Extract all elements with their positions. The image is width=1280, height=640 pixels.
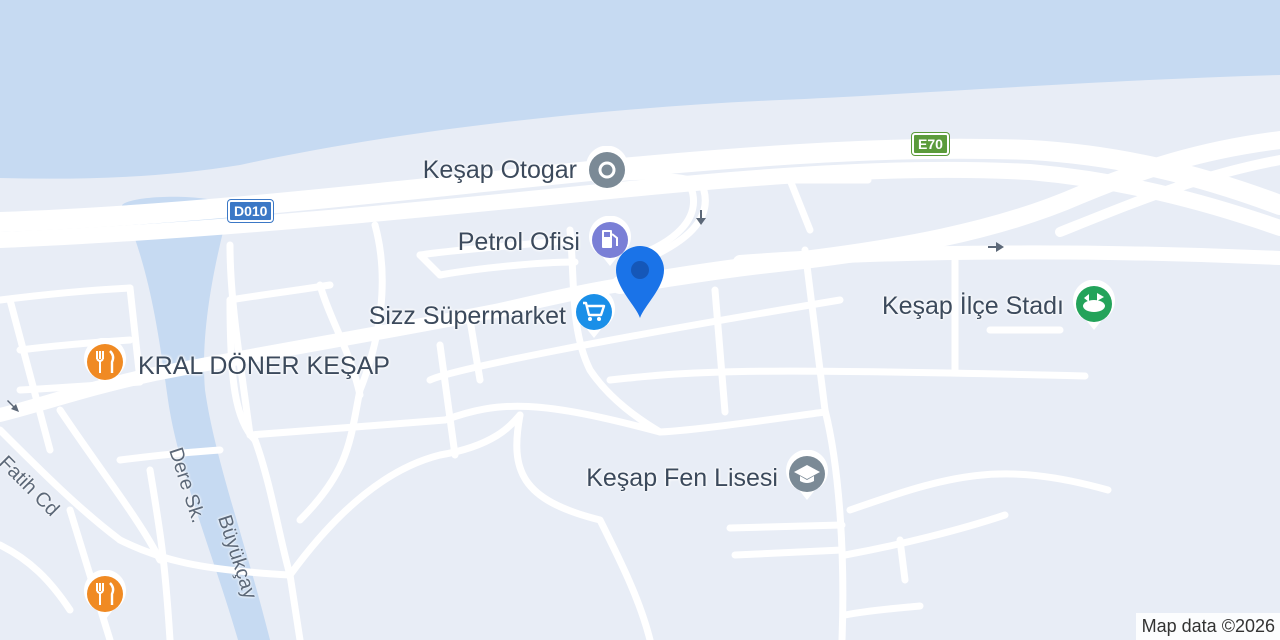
place-label-sizz-supermarket: Sizz Süpermarket xyxy=(368,302,566,330)
place-label-kesap-fen-lisesi: Keşap Fen Lisesi xyxy=(586,464,778,492)
poi-restaurant-unnamed[interactable] xyxy=(82,569,128,622)
poi-kesap-ilce-stadi[interactable] xyxy=(1071,279,1117,332)
route-shield-d010: D010 xyxy=(228,200,274,222)
poi-kesap-otogar[interactable] xyxy=(584,145,630,198)
selected-location-marker[interactable] xyxy=(614,244,666,320)
poi-sizz-supermarket[interactable] xyxy=(571,287,617,340)
place-label-kral-doner-kesap: KRAL DÖNER KEŞAP xyxy=(138,352,390,380)
route-shield-e70: E70 xyxy=(912,133,949,155)
place-label-kesap-otogar: Keşap Otogar xyxy=(422,156,577,184)
place-label-kesap-ilce-stadi: Keşap İlçe Stadı xyxy=(881,292,1064,320)
location-pin-icon xyxy=(616,246,664,318)
stadium-pin-icon xyxy=(1073,279,1115,330)
school-pin-icon xyxy=(786,449,828,500)
map-attribution: Map data ©2026 xyxy=(1135,613,1280,640)
poi-kral-doner-kesap[interactable] xyxy=(82,337,128,390)
restaurant-pin-icon xyxy=(84,569,126,620)
poi-kesap-fen-lisesi[interactable] xyxy=(784,449,830,502)
place-label-petrol-ofisi: Petrol Ofisi xyxy=(457,228,580,256)
shopping-cart-pin-icon xyxy=(573,287,615,338)
restaurant-pin-icon xyxy=(84,337,126,388)
bus-station-pin-icon xyxy=(586,145,628,196)
